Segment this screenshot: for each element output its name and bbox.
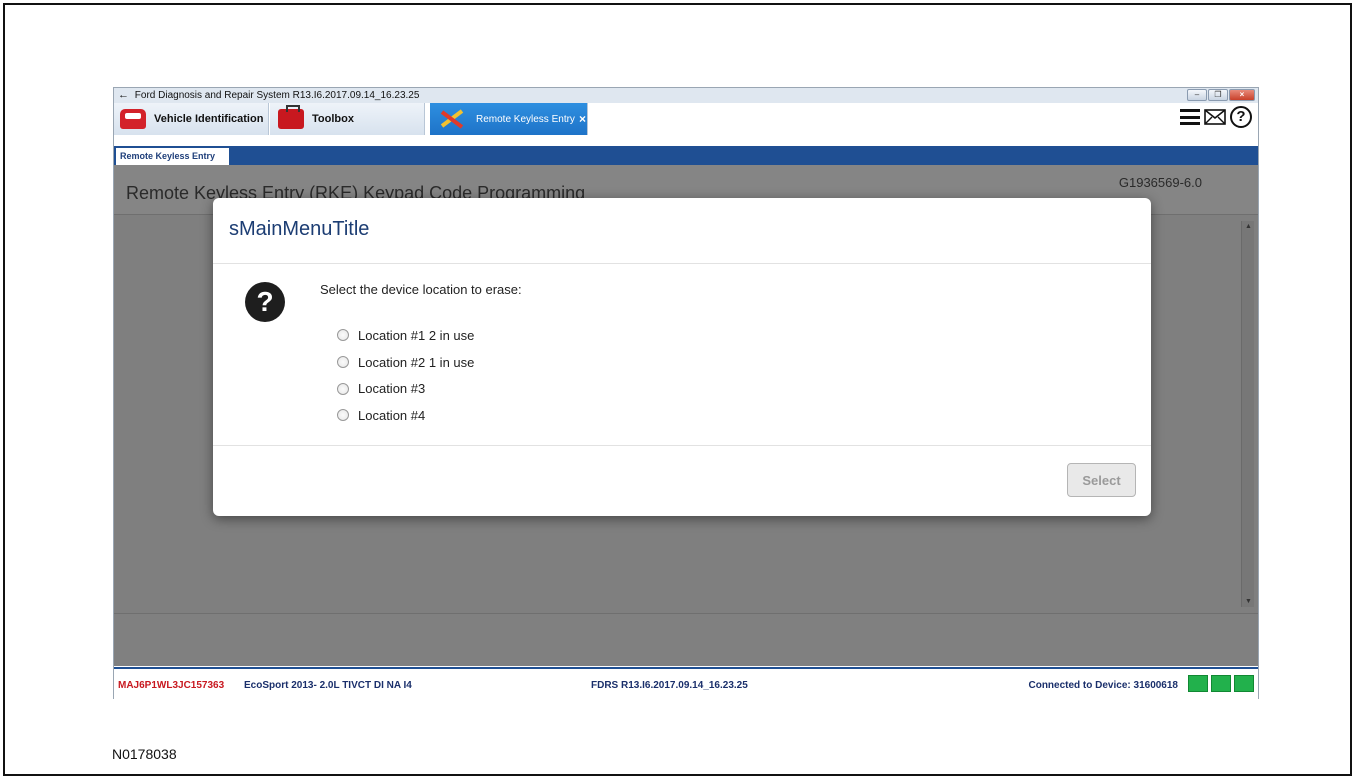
tab-remote-keyless-entry[interactable]: Remote Keyless Entry × — [430, 103, 588, 135]
toolbar-icons: ? — [1180, 106, 1252, 128]
scroll-down-icon[interactable]: ▼ — [1245, 598, 1252, 605]
divider — [213, 445, 1151, 446]
select-button[interactable]: Select — [1067, 463, 1136, 497]
radio-button[interactable] — [337, 329, 349, 342]
back-arrow-icon[interactable]: ← — [118, 89, 129, 101]
help-icon[interactable]: ? — [1230, 106, 1252, 128]
radio-button[interactable] — [337, 356, 349, 369]
tab-label: Remote Keyless Entry — [476, 113, 575, 125]
option-location-3[interactable]: Location #3 — [337, 375, 474, 402]
signal-icon — [1211, 675, 1231, 692]
option-label: Location #2 1 in use — [358, 354, 475, 370]
option-label: Location #1 2 in use — [358, 327, 475, 343]
status-bar: MAJ6P1WL3JC157363 EcoSport 2013- 2.0L TI… — [114, 667, 1258, 700]
radio-button[interactable] — [337, 382, 349, 395]
dialog-title: sMainMenuTitle — [229, 218, 370, 240]
tools-icon — [440, 109, 464, 129]
close-window-button[interactable]: × — [1229, 89, 1255, 101]
option-location-4[interactable]: Location #4 — [337, 402, 474, 429]
mail-icon[interactable] — [1204, 109, 1226, 125]
tab-strip: Vehicle Identification Toolbox Remote Ke… — [114, 103, 1258, 135]
connection-status: Connected to Device: 31600618 — [1028, 680, 1178, 691]
version-text: FDRS R13.I6.2017.09.14_16.23.25 — [591, 680, 748, 691]
tab-vehicle-identification[interactable]: Vehicle Identification — [114, 103, 269, 135]
divider — [213, 263, 1151, 264]
dialog: sMainMenuTitle ? Select the device locat… — [213, 198, 1151, 516]
menu-icon[interactable] — [1180, 109, 1200, 125]
toolbox-icon — [278, 105, 304, 129]
subtab-remote-keyless-entry[interactable]: Remote Keyless Entry — [116, 148, 229, 165]
window-title: Ford Diagnosis and Repair System R13.I6.… — [134, 90, 420, 101]
option-location-2[interactable]: Location #2 1 in use — [337, 349, 474, 376]
content-footer — [114, 613, 1258, 666]
option-label: Location #3 — [358, 381, 426, 397]
dialog-prompt: Select the device location to erase: — [320, 282, 522, 297]
reference-number: N0178038 — [112, 746, 177, 762]
vin-text: MAJ6P1WL3JC157363 — [118, 680, 225, 691]
question-icon: ? — [245, 282, 285, 322]
sub-tab-bar: Remote Keyless Entry — [114, 146, 1258, 165]
restore-button[interactable]: ❐ — [1208, 89, 1228, 101]
minimize-button[interactable]: – — [1187, 89, 1207, 101]
scrollbar[interactable]: ▲ ▼ — [1241, 221, 1254, 607]
car-icon — [120, 109, 146, 129]
window-controls: – ❐ × — [1187, 89, 1255, 101]
network-icon — [1188, 675, 1208, 692]
close-tab-icon[interactable]: × — [579, 112, 586, 126]
vehicle-text: EcoSport 2013- 2.0L TIVCT DI NA I4 — [244, 680, 412, 691]
option-location-1[interactable]: Location #1 2 in use — [337, 322, 474, 349]
document-id: G1936569-6.0 — [1118, 175, 1202, 190]
battery-icon — [1234, 675, 1254, 692]
tab-toolbox[interactable]: Toolbox — [270, 103, 425, 135]
tab-label: Toolbox — [312, 113, 354, 125]
tab-label: Vehicle Identification — [154, 113, 264, 125]
radio-button[interactable] — [337, 409, 349, 422]
status-icons — [1188, 675, 1254, 692]
radio-group: Location #1 2 in use Location #2 1 in us… — [337, 322, 474, 429]
option-label: Location #4 — [358, 407, 426, 423]
title-bar: ← Ford Diagnosis and Repair System R13.I… — [114, 88, 1258, 103]
scroll-up-icon[interactable]: ▲ — [1245, 223, 1252, 230]
